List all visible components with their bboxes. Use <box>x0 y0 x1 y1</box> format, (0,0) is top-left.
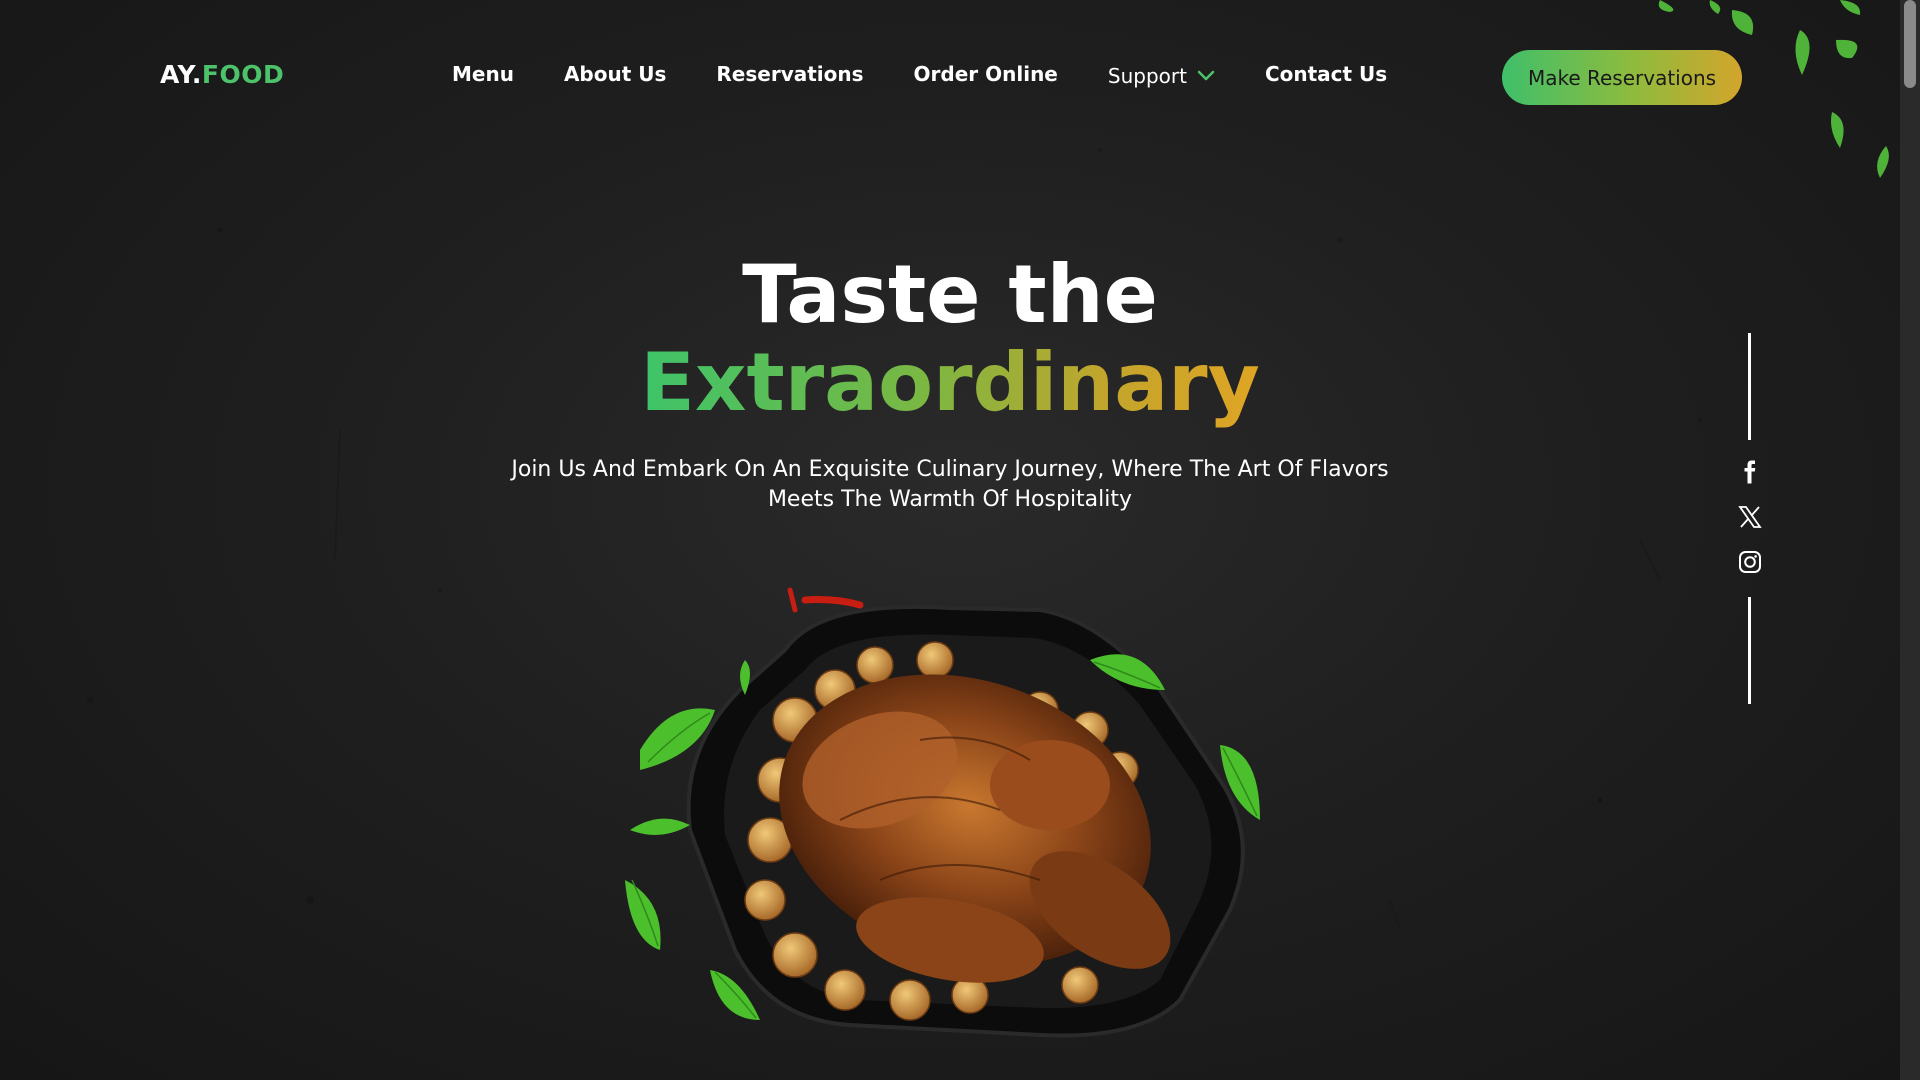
nav-item-contact-us[interactable]: Contact Us <box>1265 62 1387 86</box>
nav-item-support-label: Support <box>1107 64 1187 88</box>
nav-item-menu[interactable]: Menu <box>452 62 514 86</box>
make-reservations-button[interactable]: Make Reservations <box>1502 50 1742 105</box>
nav-item-order-online[interactable]: Order Online <box>914 62 1058 86</box>
nav-item-support[interactable]: Support <box>1108 64 1215 88</box>
logo-text-part1: AY. <box>160 60 202 89</box>
social-rail-divider-top <box>1748 333 1751 440</box>
hero-title-highlight: Extraordinary <box>640 336 1260 429</box>
hero-title-line1: Taste the <box>742 248 1158 341</box>
social-rail-divider-bottom <box>1748 597 1751 704</box>
hero-title-line2: Extraordinary <box>0 338 1900 428</box>
hero-subtitle-line1: Join Us And Embark On An Exquisite Culin… <box>511 457 1389 482</box>
main-navigation: Menu About Us Reservations Order Online … <box>452 60 1437 88</box>
hero-subtitle-line2: Meets The Warmth Of Hospitality <box>767 487 1133 512</box>
hero-subtitle: Join Us And Embark On An Exquisite Culin… <box>480 455 1420 515</box>
roast-chicken-image <box>625 587 1260 1038</box>
site-header: AY.FOOD Menu About Us Reservations Order… <box>0 0 1900 155</box>
facebook-icon[interactable] <box>1738 460 1762 484</box>
logo-text-part2: FOOD <box>201 60 285 89</box>
nav-item-about-us[interactable]: About Us <box>564 62 666 86</box>
social-rail <box>1735 333 1765 705</box>
site-logo[interactable]: AY.FOOD <box>160 60 284 89</box>
chevron-down-icon <box>1197 70 1215 81</box>
vertical-scrollbar[interactable] <box>1900 0 1920 1080</box>
nav-item-reservations[interactable]: Reservations <box>716 62 863 86</box>
scrollbar-thumb[interactable] <box>1904 0 1916 88</box>
landing-page: AY.FOOD Menu About Us Reservations Order… <box>0 0 1920 1080</box>
x-icon[interactable] <box>1738 505 1762 529</box>
instagram-icon[interactable] <box>1738 550 1762 574</box>
